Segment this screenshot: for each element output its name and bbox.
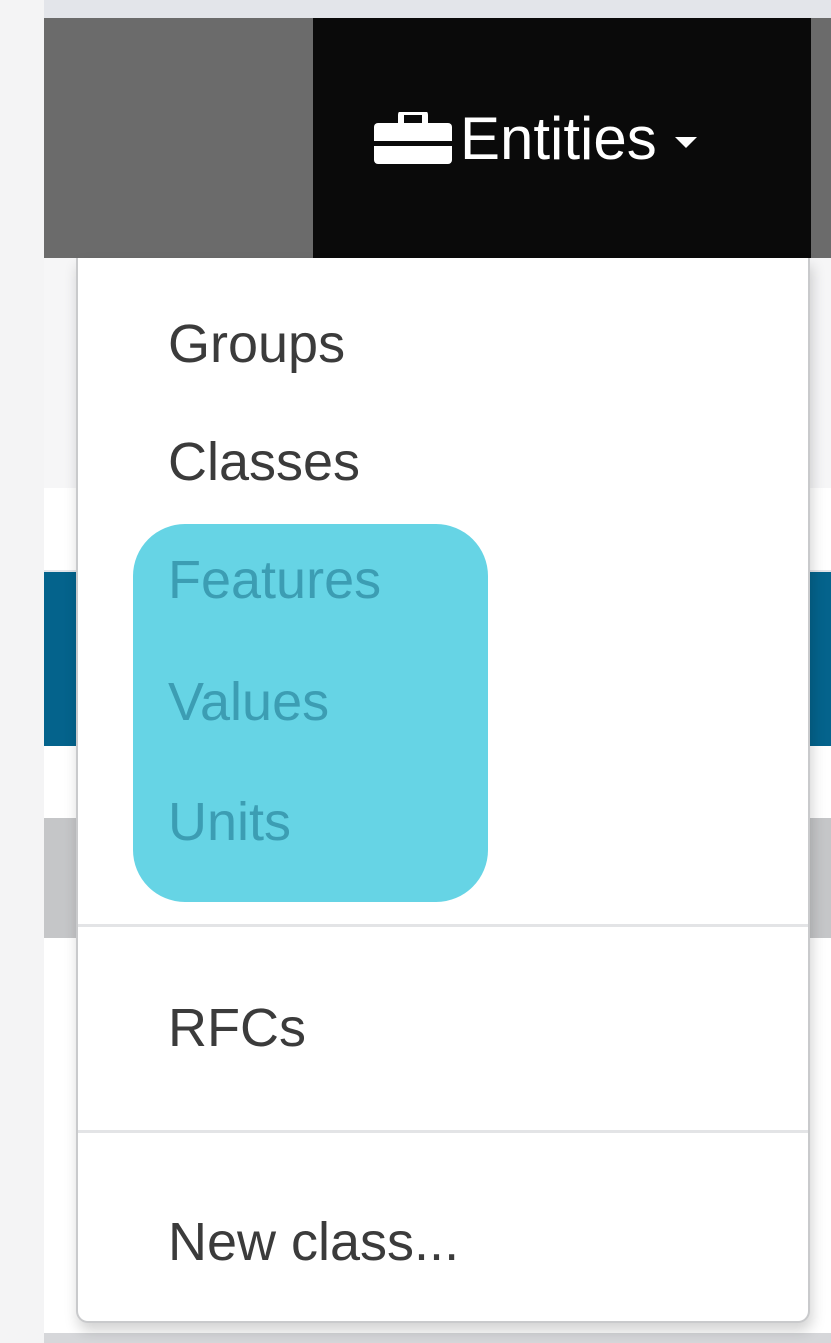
background-bottom-strip (44, 1333, 831, 1343)
menu-item-values[interactable]: Values (168, 670, 329, 734)
background-left-strip (0, 0, 44, 1343)
menu-divider-2 (78, 1130, 808, 1133)
navbar-right-item (811, 18, 831, 258)
menu-item-rfcs[interactable]: RFCs (168, 996, 306, 1060)
menu-divider (78, 924, 808, 927)
navbar-inactive-item (44, 18, 313, 258)
entities-label: Entities (460, 104, 657, 172)
top-navbar: Entities (44, 18, 831, 258)
entities-dropdown-toggle[interactable]: Entities (374, 98, 697, 178)
menu-item-new-class[interactable]: New class... (168, 1210, 459, 1274)
menu-item-classes[interactable]: Classes (168, 430, 360, 494)
briefcase-icon (374, 112, 452, 164)
menu-item-features[interactable]: Features (168, 548, 381, 612)
menu-item-groups[interactable]: Groups (168, 312, 345, 376)
caret-down-icon (674, 136, 697, 148)
menu-item-units[interactable]: Units (168, 790, 291, 854)
entities-dropdown-menu: Groups Classes Features Values Units RFC… (76, 258, 810, 1323)
